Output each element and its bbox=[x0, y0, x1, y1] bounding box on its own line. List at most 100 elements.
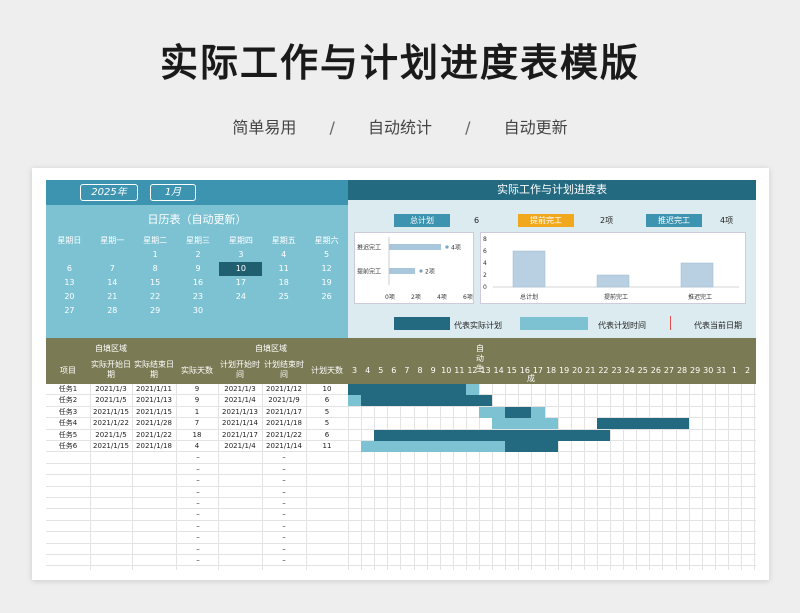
calendar-day[interactable]: 22 bbox=[134, 290, 177, 304]
calendar-day[interactable]: 19 bbox=[305, 276, 348, 290]
cell-plan_days[interactable]: 5 bbox=[306, 418, 348, 429]
cell-name[interactable]: 任务4 bbox=[46, 418, 90, 429]
cell-placeholder[interactable]: – bbox=[176, 452, 220, 463]
cell-plan_days[interactable]: 6 bbox=[306, 430, 348, 441]
cell-placeholder[interactable]: – bbox=[262, 464, 306, 475]
cell-plan_start[interactable]: 2021/1/17 bbox=[218, 430, 262, 441]
calendar-day[interactable]: 13 bbox=[48, 276, 91, 290]
calendar-day[interactable]: 11 bbox=[262, 262, 305, 276]
cell-act_start[interactable]: 2021/1/5 bbox=[90, 430, 132, 441]
vbar-bar bbox=[680, 262, 714, 288]
cell-name[interactable]: 任务5 bbox=[46, 430, 90, 441]
cell-placeholder[interactable]: – bbox=[262, 452, 306, 463]
cell-placeholder[interactable]: – bbox=[262, 509, 306, 520]
cell-act_days[interactable]: 18 bbox=[176, 430, 218, 441]
cell-plan_days[interactable]: 5 bbox=[306, 407, 348, 418]
cell-placeholder[interactable]: – bbox=[176, 509, 220, 520]
calendar-day[interactable]: 23 bbox=[177, 290, 220, 304]
cell-placeholder[interactable]: – bbox=[262, 532, 306, 543]
cell-plan_start[interactable]: 2021/1/14 bbox=[218, 418, 262, 429]
calendar-day[interactable]: 9 bbox=[177, 262, 220, 276]
calendar-day[interactable]: 6 bbox=[48, 262, 91, 276]
calendar-day[interactable]: 16 bbox=[177, 276, 220, 290]
cell-plan_end[interactable]: 2021/1/14 bbox=[262, 441, 306, 452]
cell-placeholder[interactable]: – bbox=[176, 555, 220, 566]
vbar-svg: 0 2 4 6 8 总计划 提前完工 推迟完工 bbox=[483, 236, 739, 301]
calendar-day[interactable]: 25 bbox=[262, 290, 305, 304]
vbar-bar bbox=[512, 250, 546, 288]
cell-act_start[interactable]: 2021/1/3 bbox=[90, 384, 132, 395]
calendar-day[interactable]: 20 bbox=[48, 290, 91, 304]
cell-plan_days[interactable]: 10 bbox=[306, 384, 348, 395]
cell-act_end[interactable]: 2021/1/15 bbox=[132, 407, 176, 418]
weekday-label: 星期三 bbox=[186, 236, 210, 245]
calendar-day[interactable]: 18 bbox=[262, 276, 305, 290]
cell-name[interactable]: 任务3 bbox=[46, 407, 90, 418]
cell-placeholder[interactable]: – bbox=[262, 487, 306, 498]
cell-plan_end[interactable]: 2021/1/9 bbox=[262, 395, 306, 406]
calendar-day[interactable]: 2 bbox=[177, 248, 220, 262]
cell-placeholder[interactable]: – bbox=[176, 521, 220, 532]
cell-act_start[interactable]: 2021/1/22 bbox=[90, 418, 132, 429]
cell-act_days[interactable]: 9 bbox=[176, 395, 218, 406]
month-selector[interactable]: 1月 bbox=[150, 184, 196, 201]
calendar-day[interactable]: 1 bbox=[134, 248, 177, 262]
cell-act_start[interactable]: 2021/1/15 bbox=[90, 441, 132, 452]
cell-act_end[interactable]: 2021/1/11 bbox=[132, 384, 176, 395]
calendar-day[interactable]: 4 bbox=[262, 248, 305, 262]
cell-placeholder[interactable]: – bbox=[176, 532, 220, 543]
calendar-day[interactable]: 5 bbox=[305, 248, 348, 262]
calendar-day[interactable]: 14 bbox=[91, 276, 134, 290]
cell-act_end[interactable]: 2021/1/22 bbox=[132, 430, 176, 441]
cell-act_end[interactable]: 2021/1/28 bbox=[132, 418, 176, 429]
cell-name[interactable]: 任务2 bbox=[46, 395, 90, 406]
cell-placeholder[interactable]: – bbox=[262, 498, 306, 509]
cell-act_start[interactable]: 2021/1/15 bbox=[90, 407, 132, 418]
cell-placeholder[interactable]: – bbox=[262, 566, 306, 570]
cell-placeholder[interactable]: – bbox=[176, 498, 220, 509]
cell-placeholder[interactable]: – bbox=[262, 521, 306, 532]
cell-placeholder[interactable]: – bbox=[176, 475, 220, 486]
cell-name[interactable]: 任务1 bbox=[46, 384, 90, 395]
cell-plan_days[interactable]: 6 bbox=[306, 395, 348, 406]
cell-plan_end[interactable]: 2021/1/17 bbox=[262, 407, 306, 418]
calendar-day[interactable]: 21 bbox=[91, 290, 134, 304]
calendar-day[interactable]: 27 bbox=[48, 304, 91, 318]
calendar-day[interactable]: 30 bbox=[177, 304, 220, 318]
cell-placeholder[interactable]: – bbox=[176, 544, 220, 555]
cell-plan_start[interactable]: 2021/1/4 bbox=[218, 395, 262, 406]
cell-plan_end[interactable]: 2021/1/18 bbox=[262, 418, 306, 429]
calendar-day[interactable]: 28 bbox=[91, 304, 134, 318]
calendar-day[interactable]: 15 bbox=[134, 276, 177, 290]
cell-placeholder[interactable]: – bbox=[176, 464, 220, 475]
cell-plan_end[interactable]: 2021/1/12 bbox=[262, 384, 306, 395]
cell-act_days[interactable]: 9 bbox=[176, 384, 218, 395]
cell-plan_start[interactable]: 2021/1/4 bbox=[218, 441, 262, 452]
cell-placeholder[interactable]: – bbox=[262, 475, 306, 486]
cell-placeholder[interactable]: – bbox=[176, 487, 220, 498]
cell-placeholder[interactable]: – bbox=[176, 566, 220, 570]
cell-act_end[interactable]: 2021/1/13 bbox=[132, 395, 176, 406]
cell-act_days[interactable]: 4 bbox=[176, 441, 218, 452]
cell-act_days[interactable]: 7 bbox=[176, 418, 218, 429]
calendar-day[interactable]: 24 bbox=[219, 290, 262, 304]
calendar-day[interactable]: 3 bbox=[219, 248, 262, 262]
calendar-day-today[interactable]: 10 bbox=[219, 262, 263, 276]
cell-placeholder[interactable]: – bbox=[262, 544, 306, 555]
cell-placeholder[interactable]: – bbox=[262, 555, 306, 566]
calendar-day[interactable]: 7 bbox=[91, 262, 134, 276]
cell-plan_start[interactable]: 2021/1/3 bbox=[218, 384, 262, 395]
cell-plan_start[interactable]: 2021/1/13 bbox=[218, 407, 262, 418]
cell-plan_days[interactable]: 11 bbox=[306, 441, 348, 452]
calendar-day[interactable]: 12 bbox=[305, 262, 348, 276]
cell-plan_end[interactable]: 2021/1/22 bbox=[262, 430, 306, 441]
cell-act_start[interactable]: 2021/1/5 bbox=[90, 395, 132, 406]
cell-act_days[interactable]: 1 bbox=[176, 407, 218, 418]
year-selector[interactable]: 2025年 bbox=[80, 184, 138, 201]
calendar-day[interactable]: 8 bbox=[134, 262, 177, 276]
cell-name[interactable]: 任务6 bbox=[46, 441, 90, 452]
calendar-day[interactable]: 17 bbox=[219, 276, 262, 290]
cell-act_end[interactable]: 2021/1/18 bbox=[132, 441, 176, 452]
calendar-day[interactable]: 26 bbox=[305, 290, 348, 304]
calendar-day[interactable]: 29 bbox=[134, 304, 177, 318]
